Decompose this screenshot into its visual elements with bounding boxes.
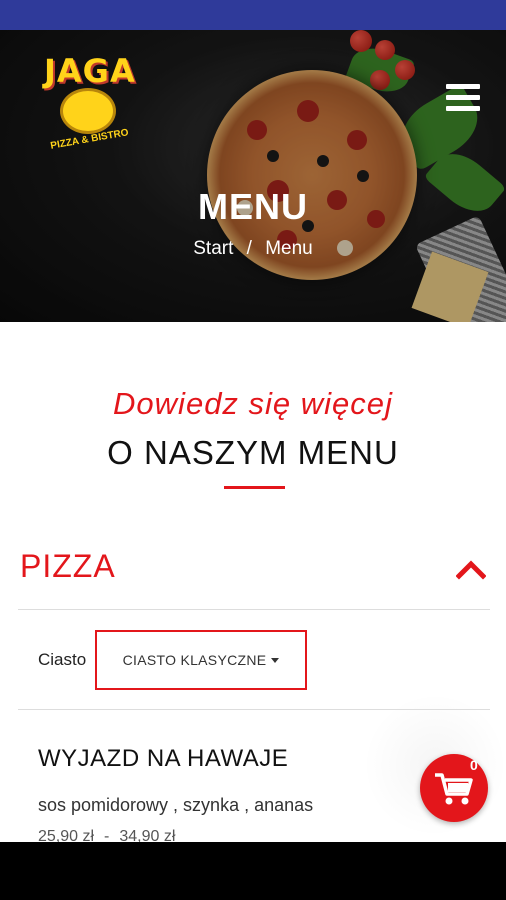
dough-select-value: CIASTO KLASYCZNE: [122, 652, 267, 668]
system-nav-bar: [0, 842, 506, 900]
product-name: WYJAZD NA HAWAJE: [38, 745, 289, 772]
dough-select[interactable]: CIASTO KLASYCZNE: [95, 630, 307, 690]
filter-label: Ciasto: [38, 650, 87, 669]
status-bar: [0, 0, 506, 30]
section-title: PIZZA: [20, 548, 116, 584]
intro-heading: O NASZYM MENU: [107, 434, 399, 471]
cart-icon: [435, 773, 473, 805]
breadcrumb: Start / Menu: [0, 238, 506, 260]
intro-divider: [224, 486, 285, 489]
logo[interactable]: JAGA PIZZA & BISTRO: [40, 50, 140, 152]
caret-down-icon: [271, 657, 280, 663]
product-description: sos pomidorowy , szynka , ananas: [38, 795, 314, 815]
intro-tagline: Dowiedz się więcej: [113, 386, 393, 421]
chevron-up-icon[interactable]: [456, 554, 486, 584]
cart-count-badge: 0: [470, 757, 478, 773]
hero-banner: JAGA PIZZA & BISTRO MENU Start / Menu: [0, 30, 506, 322]
page-title: MENU: [198, 186, 308, 227]
logo-text: JAGA: [44, 52, 136, 90]
pizza-section-header[interactable]: PIZZA: [18, 526, 490, 610]
filter-row: Ciasto CIASTO KLASYCZNE: [18, 610, 490, 710]
breadcrumb-home-link[interactable]: Start: [193, 238, 233, 259]
hamburger-icon[interactable]: [446, 84, 480, 114]
logo-mascot: [60, 88, 116, 134]
breadcrumb-current: Menu: [265, 238, 313, 259]
breadcrumb-separator: /: [246, 238, 252, 259]
